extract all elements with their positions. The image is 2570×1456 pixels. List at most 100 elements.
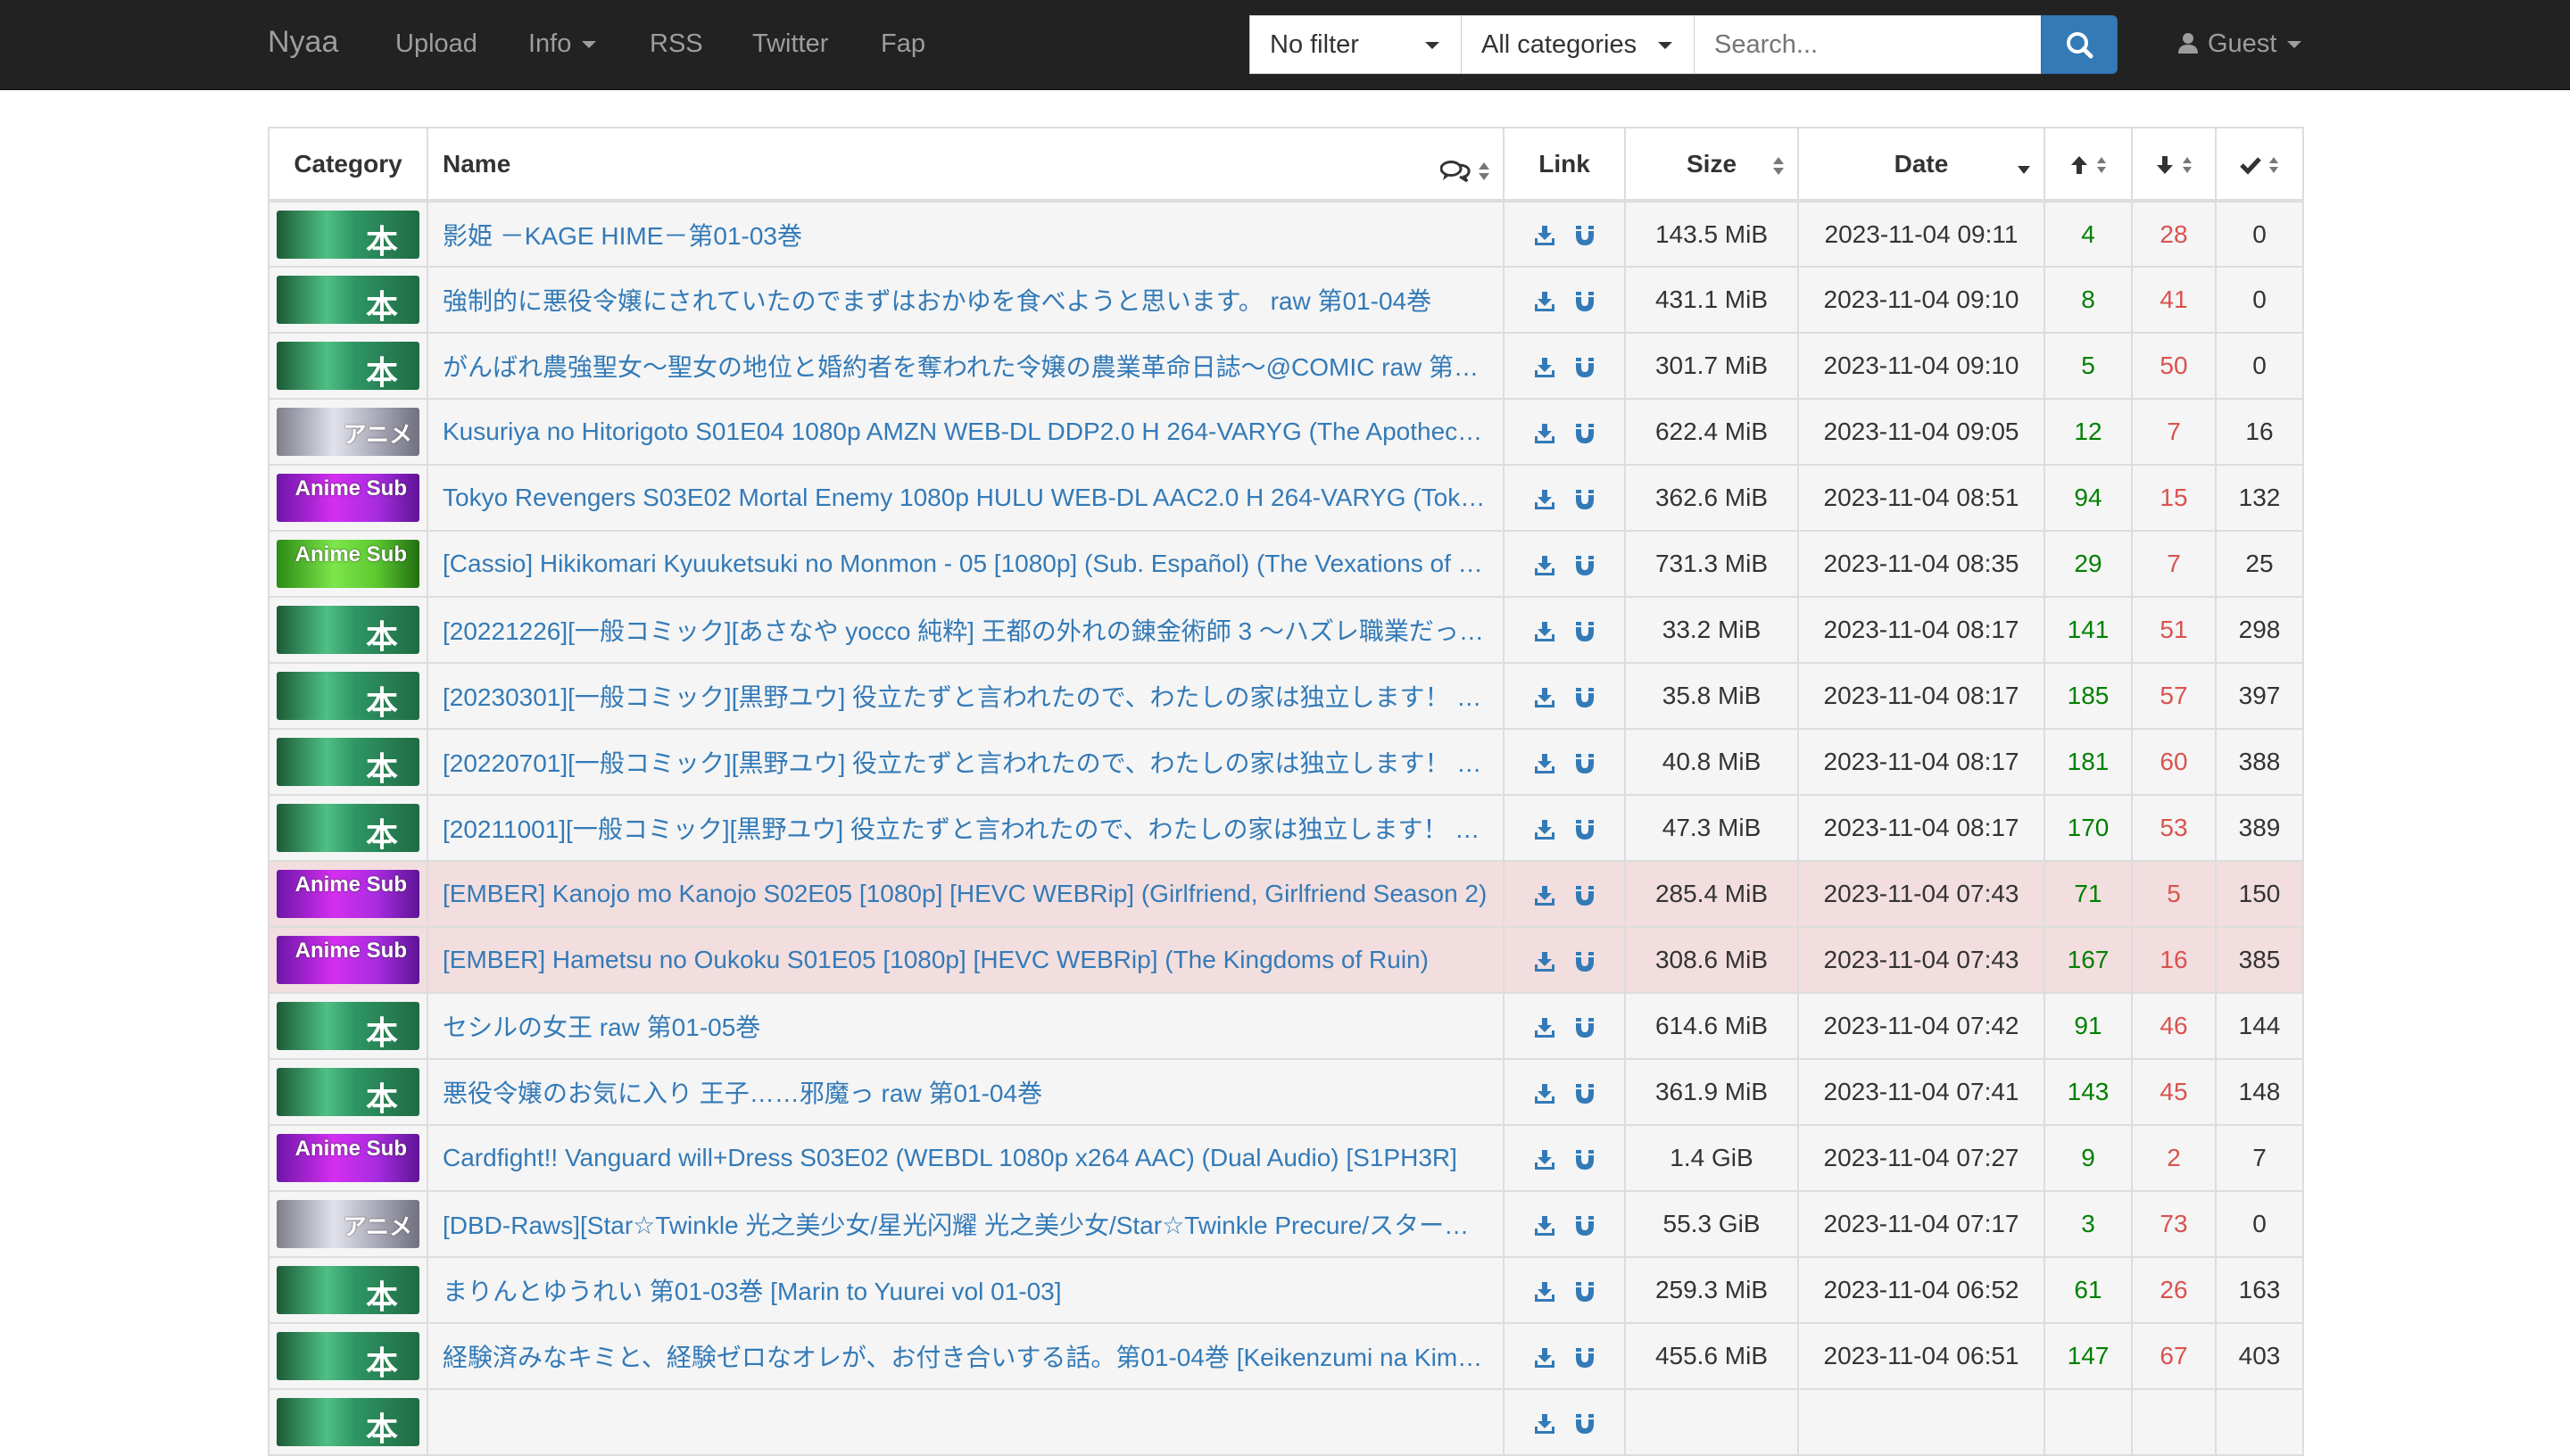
size-cell: 731.3 MiB (1624, 530, 1799, 598)
category-badge[interactable]: アニメ (277, 408, 419, 456)
download-icon[interactable] (1533, 224, 1556, 247)
torrent-name-link[interactable]: [20230301][一般コミック][黒野ユウ] 役立たずと言われたので、わたし… (443, 678, 1503, 714)
magnet-icon[interactable] (1574, 488, 1596, 511)
nav-upload[interactable]: Upload (395, 29, 477, 59)
magnet-icon[interactable] (1574, 1280, 1596, 1303)
filter-select[interactable]: No filter (1249, 15, 1462, 74)
link-cell (1503, 1322, 1626, 1390)
search-input[interactable] (1694, 15, 2042, 74)
magnet-icon[interactable] (1574, 290, 1596, 313)
header-leechers[interactable] (2131, 127, 2217, 203)
torrent-name-link[interactable]: 強制的に悪役令嬢にされていたのでまずはおかゆを食べようと思います。 raw 第0… (443, 282, 1503, 318)
download-icon[interactable] (1533, 686, 1556, 709)
nav-fap[interactable]: Fap (881, 29, 925, 59)
torrent-name-link[interactable]: [20211001][一般コミック][黒野ユウ] 役立たずと言われたので、わたし… (443, 810, 1503, 846)
torrent-name-link[interactable]: [Cassio] Hikikomari Kyuuketsuki no Monmo… (443, 550, 1503, 578)
date-cell: 2023-11-04 07:17 (1797, 1190, 2045, 1258)
category-badge[interactable]: 本 (277, 342, 419, 390)
magnet-icon[interactable] (1574, 554, 1596, 577)
category-badge[interactable]: 本 (277, 276, 419, 324)
category-badge[interactable]: 本 (277, 210, 419, 259)
brand-logo[interactable]: Nyaa (268, 25, 338, 60)
leechers-cell: 60 (2131, 728, 2217, 796)
torrent-name-link[interactable]: Tokyo Revengers S03E02 Mortal Enemy 1080… (443, 484, 1503, 512)
category-select[interactable]: All categories (1461, 15, 1695, 74)
header-seeders[interactable] (2044, 127, 2133, 203)
category-badge[interactable]: 本 (277, 1266, 419, 1314)
download-icon[interactable] (1533, 554, 1556, 577)
category-badge[interactable]: アニメ (277, 1200, 419, 1248)
torrent-name-link[interactable]: [20221226][一般コミック][あさなや yocco 純粋] 王都の外れの… (443, 612, 1503, 648)
magnet-icon[interactable] (1574, 1346, 1596, 1369)
torrent-name-link[interactable]: セシルの女王 raw 第01-05巻 (443, 1008, 1503, 1044)
magnet-icon[interactable] (1574, 950, 1596, 973)
category-badge[interactable]: Anime Sub (277, 540, 419, 588)
nav-twitter[interactable]: Twitter (752, 29, 828, 59)
download-icon[interactable] (1533, 1280, 1556, 1303)
torrent-name-link[interactable]: 悪役令嬢のお気に入り 王子……邪魔っ raw 第01-04巻 (443, 1074, 1503, 1110)
category-badge[interactable]: 本 (277, 1002, 419, 1050)
category-badge[interactable]: 本 (277, 738, 419, 786)
category-badge[interactable]: 本 (277, 804, 419, 852)
header-completed[interactable] (2215, 127, 2304, 203)
download-icon[interactable] (1533, 950, 1556, 973)
download-icon[interactable] (1533, 1148, 1556, 1171)
magnet-icon[interactable] (1574, 1148, 1596, 1171)
user-menu[interactable]: Guest (2177, 29, 2302, 59)
nav-rss[interactable]: RSS (650, 29, 703, 59)
category-badge[interactable]: Anime Sub (277, 1134, 419, 1182)
category-badge[interactable]: 本 (277, 606, 419, 654)
torrent-name-link[interactable]: [EMBER] Hametsu no Oukoku S01E05 [1080p]… (443, 946, 1503, 974)
download-icon[interactable] (1533, 752, 1556, 775)
magnet-icon[interactable] (1574, 818, 1596, 841)
magnet-icon[interactable] (1574, 224, 1596, 247)
download-icon[interactable] (1533, 818, 1556, 841)
magnet-icon[interactable] (1574, 1214, 1596, 1237)
download-icon[interactable] (1533, 620, 1556, 643)
leechers-cell: 73 (2131, 1190, 2217, 1258)
torrent-name-link[interactable]: Cardfight!! Vanguard will+Dress S03E02 (… (443, 1144, 1503, 1172)
download-icon[interactable] (1533, 290, 1556, 313)
magnet-icon[interactable] (1574, 620, 1596, 643)
torrent-name-link[interactable]: がんばれ農強聖女～聖女の地位と婚約者を奪われた令嬢の農業革命日誌～@COMIC … (443, 348, 1503, 384)
header-name[interactable]: Name (427, 127, 1505, 203)
magnet-icon[interactable] (1574, 752, 1596, 775)
torrent-name-link[interactable]: [DBD-Raws][Star☆Twinkle 光之美少女/星光闪耀 光之美少女… (443, 1206, 1503, 1242)
torrent-name-link[interactable]: Kusuriya no Hitorigoto S01E04 1080p AMZN… (443, 418, 1503, 446)
magnet-icon[interactable] (1574, 686, 1596, 709)
leechers-cell: 51 (2131, 596, 2217, 664)
header-size[interactable]: Size (1624, 127, 1799, 203)
category-badge[interactable]: 本 (277, 1068, 419, 1116)
torrent-name-link[interactable]: 経験済みなキミと、経験ゼロなオレが、お付き合いする話。第01-04巻 [Keik… (443, 1338, 1503, 1374)
magnet-icon[interactable] (1574, 1016, 1596, 1039)
download-icon[interactable] (1533, 884, 1556, 907)
magnet-icon[interactable] (1574, 1412, 1596, 1435)
category-badge[interactable]: Anime Sub (277, 870, 419, 918)
category-badge[interactable]: 本 (277, 1332, 419, 1380)
header-date[interactable]: Date (1797, 127, 2045, 203)
download-icon[interactable] (1533, 1016, 1556, 1039)
download-icon[interactable] (1533, 422, 1556, 445)
download-icon[interactable] (1533, 356, 1556, 379)
comments-sort[interactable] (1439, 155, 1490, 184)
magnet-icon[interactable] (1574, 356, 1596, 379)
search-button[interactable] (2041, 15, 2118, 74)
header-category[interactable]: Category (268, 127, 428, 203)
magnet-icon[interactable] (1574, 1082, 1596, 1105)
category-badge[interactable]: 本 (277, 672, 419, 720)
nav-info-dropdown[interactable]: Info (528, 29, 597, 59)
download-icon[interactable] (1533, 1412, 1556, 1435)
torrent-name-link[interactable]: 影姫 －KAGE HIME－第01-03巻 (443, 217, 1503, 252)
magnet-icon[interactable] (1574, 884, 1596, 907)
category-badge[interactable]: Anime Sub (277, 936, 419, 984)
torrent-name-link[interactable]: [20220701][一般コミック][黒野ユウ] 役立たずと言われたので、わたし… (443, 744, 1503, 780)
category-badge[interactable]: 本 (277, 1398, 419, 1446)
download-icon[interactable] (1533, 488, 1556, 511)
category-badge[interactable]: Anime Sub (277, 474, 419, 522)
download-icon[interactable] (1533, 1214, 1556, 1237)
download-icon[interactable] (1533, 1082, 1556, 1105)
magnet-icon[interactable] (1574, 422, 1596, 445)
download-icon[interactable] (1533, 1346, 1556, 1369)
torrent-name-link[interactable]: まりんとゆうれい 第01-03巻 [Marin to Yuurei vol 01… (443, 1272, 1503, 1308)
torrent-name-link[interactable]: [EMBER] Kanojo mo Kanojo S02E05 [1080p] … (443, 880, 1503, 908)
